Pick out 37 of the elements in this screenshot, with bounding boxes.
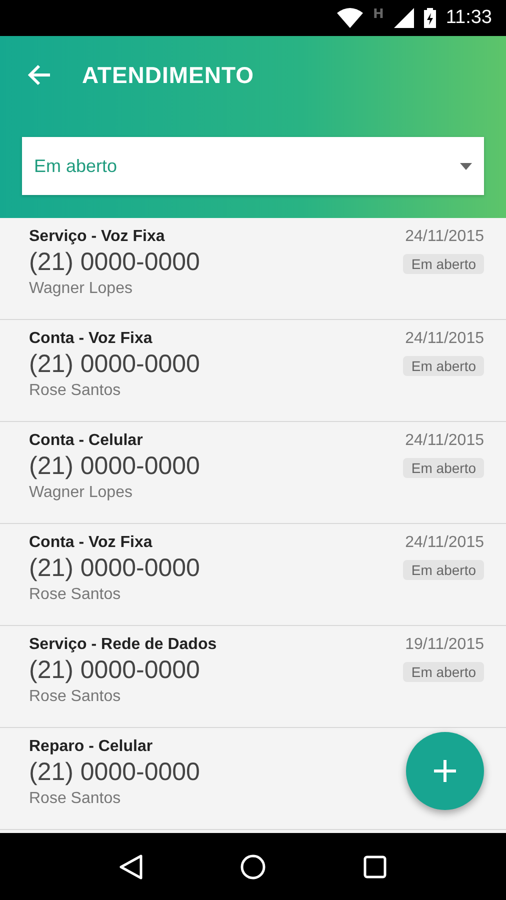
ticket-phone: (21) 0000-0000 xyxy=(29,452,200,481)
signal-icon xyxy=(394,8,414,28)
screen-title: ATENDIMENTO xyxy=(82,62,254,88)
ticket-subject: Conta - Celular xyxy=(29,432,143,450)
wifi-icon xyxy=(336,8,363,28)
ticket-phone: (21) 0000-0000 xyxy=(29,656,200,685)
network-type: H xyxy=(372,6,384,22)
ticket-subject: Conta - Voz Fixa xyxy=(29,330,152,348)
ticket-subject: Serviço - Voz Fixa xyxy=(29,228,165,246)
ticket-date: 24/11/2015 xyxy=(405,534,484,552)
ticket-contact: Wagner Lopes xyxy=(29,484,132,502)
ticket-date: 24/11/2015 xyxy=(405,432,484,450)
caret-icon xyxy=(460,162,472,170)
ticket-subject: Conta - Voz Fixa xyxy=(29,534,152,552)
ticket-date: 24/11/2015 xyxy=(405,330,484,348)
status-tag: Em aberto xyxy=(403,254,484,274)
status-tag: Em aberto xyxy=(403,560,484,580)
battery-icon xyxy=(424,8,436,28)
ticket-subject: Reparo - Celular xyxy=(29,738,153,756)
plus-icon xyxy=(434,760,456,782)
ticket-phone: (21) 0000-0000 xyxy=(29,248,200,277)
ticket-phone: (21) 0000-0000 xyxy=(29,554,200,583)
ticket-contact: Rose Santos xyxy=(29,382,121,400)
clock-time: 11:33 xyxy=(446,7,492,29)
ticket-phone: (21) 0000-0000 xyxy=(29,758,200,787)
status-tag: Em aberto xyxy=(403,662,484,682)
ticket-phone: (21) 0000-0000 xyxy=(29,350,200,379)
ticket-date: 24/11/2015 xyxy=(405,228,484,246)
ticket-contact: Rose Santos xyxy=(29,790,121,808)
ticket-contact: Rose Santos xyxy=(29,688,121,706)
status-tag: Em aberto xyxy=(403,356,484,376)
ticket-contact: Wagner Lopes xyxy=(29,280,132,298)
back-button[interactable] xyxy=(26,63,52,87)
ticket-subject: Serviço - Rede de Dados xyxy=(29,636,217,654)
ticket-contact: Rose Santos xyxy=(29,586,121,604)
ticket-date: 19/11/2015 xyxy=(405,636,484,654)
status-tag: Em aberto xyxy=(403,458,484,478)
